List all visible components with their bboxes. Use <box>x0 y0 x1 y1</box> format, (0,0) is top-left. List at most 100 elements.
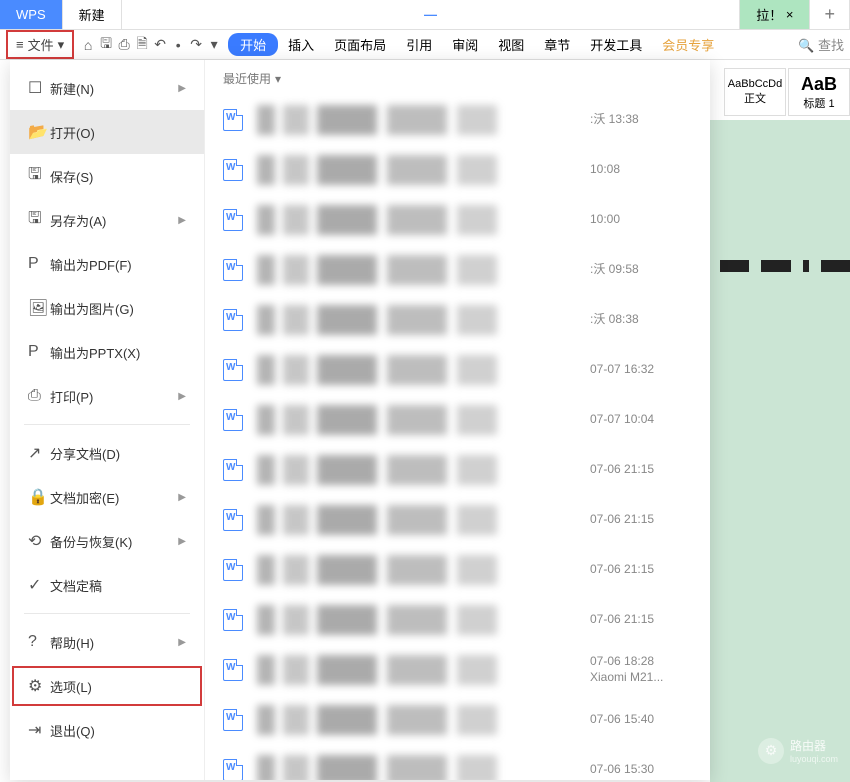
menu-item-退出(Q)[interactable]: ⇥退出(Q) <box>10 708 204 752</box>
recent-file-time: :沃 13:38 <box>582 112 692 128</box>
recent-file-row[interactable]: 07-06 21:15 <box>223 497 692 543</box>
ribbon-tab-start[interactable]: 开始 <box>228 33 278 56</box>
menu-divider <box>24 424 190 425</box>
menu-item-label: 输出为PDF(F) <box>50 255 186 274</box>
menu-item-打开(O)[interactable]: 📂打开(O) <box>10 110 204 154</box>
word-doc-icon <box>223 559 243 581</box>
tab-new-doc[interactable]: 新建 <box>63 0 122 29</box>
ribbon-tab-dev[interactable]: 开发工具 <box>580 35 652 54</box>
menu-item-保存(S)[interactable]: 🖫保存(S) <box>10 154 204 198</box>
recent-file-time: 10:08 <box>582 162 692 178</box>
menu-item-label: 另存为(A) <box>50 211 178 230</box>
home-icon[interactable]: ⌂ <box>79 37 97 53</box>
menu-item-另存为(A)[interactable]: 🖫另存为(A)▶ <box>10 198 204 242</box>
word-doc-icon <box>223 659 243 681</box>
more-drop-icon[interactable]: ▾ <box>205 36 223 53</box>
style-sample-text: AaBbCcDd <box>728 78 782 90</box>
menu-item-icon: ? <box>28 633 50 651</box>
recent-file-row[interactable]: :沃 08:38 <box>223 297 692 343</box>
menu-item-icon: ⟲ <box>28 531 50 551</box>
menu-item-分享文档(D)[interactable]: ↗分享文档(D) <box>10 431 204 475</box>
menu-item-新建(N)[interactable]: ☐新建(N)▶ <box>10 66 204 110</box>
chevron-down-icon[interactable]: ▾ <box>275 72 281 86</box>
undo-drop-icon[interactable]: • <box>169 37 187 53</box>
recent-file-name-blurred <box>257 505 582 535</box>
word-doc-icon <box>223 609 243 631</box>
word-doc-icon <box>223 509 243 531</box>
menu-item-icon: 🖫 <box>28 207 50 234</box>
recent-file-row[interactable]: 07-07 10:04 <box>223 397 692 443</box>
menu-item-打印(P)[interactable]: ⎙打印(P)▶ <box>10 374 204 418</box>
recent-file-name-blurred <box>257 655 582 685</box>
menu-item-icon: ⇥ <box>28 720 50 740</box>
undo-icon[interactable]: ↶ <box>151 36 169 53</box>
menu-item-label: 帮助(H) <box>50 633 178 652</box>
tab-add[interactable]: + <box>810 0 850 29</box>
style-heading1[interactable]: AaB 标题 1 <box>788 68 850 116</box>
search-button[interactable]: 🔍 查找 <box>798 35 844 54</box>
file-menu-label: 文件 <box>28 35 54 54</box>
recent-file-row[interactable]: 07-07 16:32 <box>223 347 692 393</box>
redo-icon[interactable]: ↷ <box>187 36 205 53</box>
recent-file-row[interactable]: :沃 13:38 <box>223 97 692 143</box>
menu-item-备份与恢复(K)[interactable]: ⟲备份与恢复(K)▶ <box>10 519 204 563</box>
menu-item-icon: ☐ <box>28 78 50 98</box>
recent-file-time: :沃 08:38 <box>582 312 692 328</box>
word-doc-icon <box>223 709 243 731</box>
tab-document-la[interactable]: 拉！ × <box>740 0 810 29</box>
recent-file-time: 07-07 10:04 <box>582 412 692 428</box>
recent-file-row[interactable]: :沃 09:58 <box>223 247 692 293</box>
ribbon-tab-chapter[interactable]: 章节 <box>534 35 580 54</box>
ribbon-tab-ref[interactable]: 引用 <box>396 35 442 54</box>
watermark: ⚙ 路由器 luyouqi.com <box>758 737 838 764</box>
recent-file-row[interactable]: 07-06 21:15 <box>223 447 692 493</box>
ribbon-tab-vip[interactable]: 会员专享 <box>652 35 724 54</box>
file-menu-button[interactable]: ≡ 文件 ▾ <box>6 30 74 59</box>
document-text-fragment <box>720 260 850 274</box>
menu-item-输出为PDF(F)[interactable]: P输出为PDF(F) <box>10 242 204 286</box>
style-normal[interactable]: AaBbCcDd 正文 <box>724 68 786 116</box>
close-icon[interactable]: × <box>786 7 794 22</box>
watermark-sub: luyouqi.com <box>790 754 838 764</box>
recent-file-name-blurred <box>257 755 582 780</box>
save-icon[interactable]: 🖫 <box>97 33 115 57</box>
menu-item-帮助(H)[interactable]: ?帮助(H)▶ <box>10 620 204 664</box>
recent-file-name-blurred <box>257 555 582 585</box>
recent-file-row[interactable]: 10:00 <box>223 197 692 243</box>
menu-item-label: 备份与恢复(K) <box>50 532 178 551</box>
hamburger-icon: ≡ <box>16 37 24 52</box>
recent-file-time: 07-06 21:15 <box>582 562 692 578</box>
menu-item-icon: 🖼 <box>28 298 50 318</box>
menu-item-输出为PPTX(X)[interactable]: P输出为PPTX(X) <box>10 330 204 374</box>
menu-item-icon: 🔒 <box>28 487 50 507</box>
print-icon[interactable]: ⎙ <box>115 36 133 53</box>
recent-file-row[interactable]: 07-06 21:15 <box>223 597 692 643</box>
recent-file-name-blurred <box>257 405 582 435</box>
recent-header: 最近使用 ▾ <box>223 70 692 87</box>
recent-file-time: 07-06 15:30 <box>582 762 692 778</box>
menu-item-label: 文档加密(E) <box>50 488 178 507</box>
chevron-right-icon: ▶ <box>178 215 186 226</box>
ribbon-toolbar: ≡ 文件 ▾ ⌂ 🖫 ⎙ 🗎 ↶ • ↷ ▾ 开始 插入 页面布局 引用 审阅 … <box>0 30 850 60</box>
tab-wps[interactable]: WPS <box>0 0 63 29</box>
recent-file-row[interactable]: 10:08 <box>223 147 692 193</box>
menu-item-label: 新建(N) <box>50 79 178 98</box>
recent-file-row[interactable]: 07-06 15:30 <box>223 747 692 780</box>
ribbon-tab-review[interactable]: 审阅 <box>442 35 488 54</box>
ribbon-tab-view[interactable]: 视图 <box>488 35 534 54</box>
ribbon-tab-layout[interactable]: 页面布局 <box>324 35 396 54</box>
menu-item-label: 输出为图片(G) <box>50 299 186 318</box>
style-sample-label: 标题 1 <box>803 95 834 111</box>
menu-item-文档定稿[interactable]: ✓文档定稿 <box>10 563 204 607</box>
recent-file-name-blurred <box>257 205 582 235</box>
menu-item-icon: ⎙ <box>28 387 50 405</box>
recent-file-row[interactable]: 07-06 18:28Xiaomi M21... <box>223 647 692 693</box>
menu-item-文档加密(E)[interactable]: 🔒文档加密(E)▶ <box>10 475 204 519</box>
menu-item-选项(L)[interactable]: ⚙选项(L) <box>10 664 204 708</box>
recent-file-time: 07-06 15:40 <box>582 712 692 728</box>
ribbon-tab-insert[interactable]: 插入 <box>278 35 324 54</box>
recent-file-row[interactable]: 07-06 15:40 <box>223 697 692 743</box>
preview-icon[interactable]: 🗎 <box>133 33 151 57</box>
recent-file-row[interactable]: 07-06 21:15 <box>223 547 692 593</box>
menu-item-输出为图片(G)[interactable]: 🖼输出为图片(G) <box>10 286 204 330</box>
